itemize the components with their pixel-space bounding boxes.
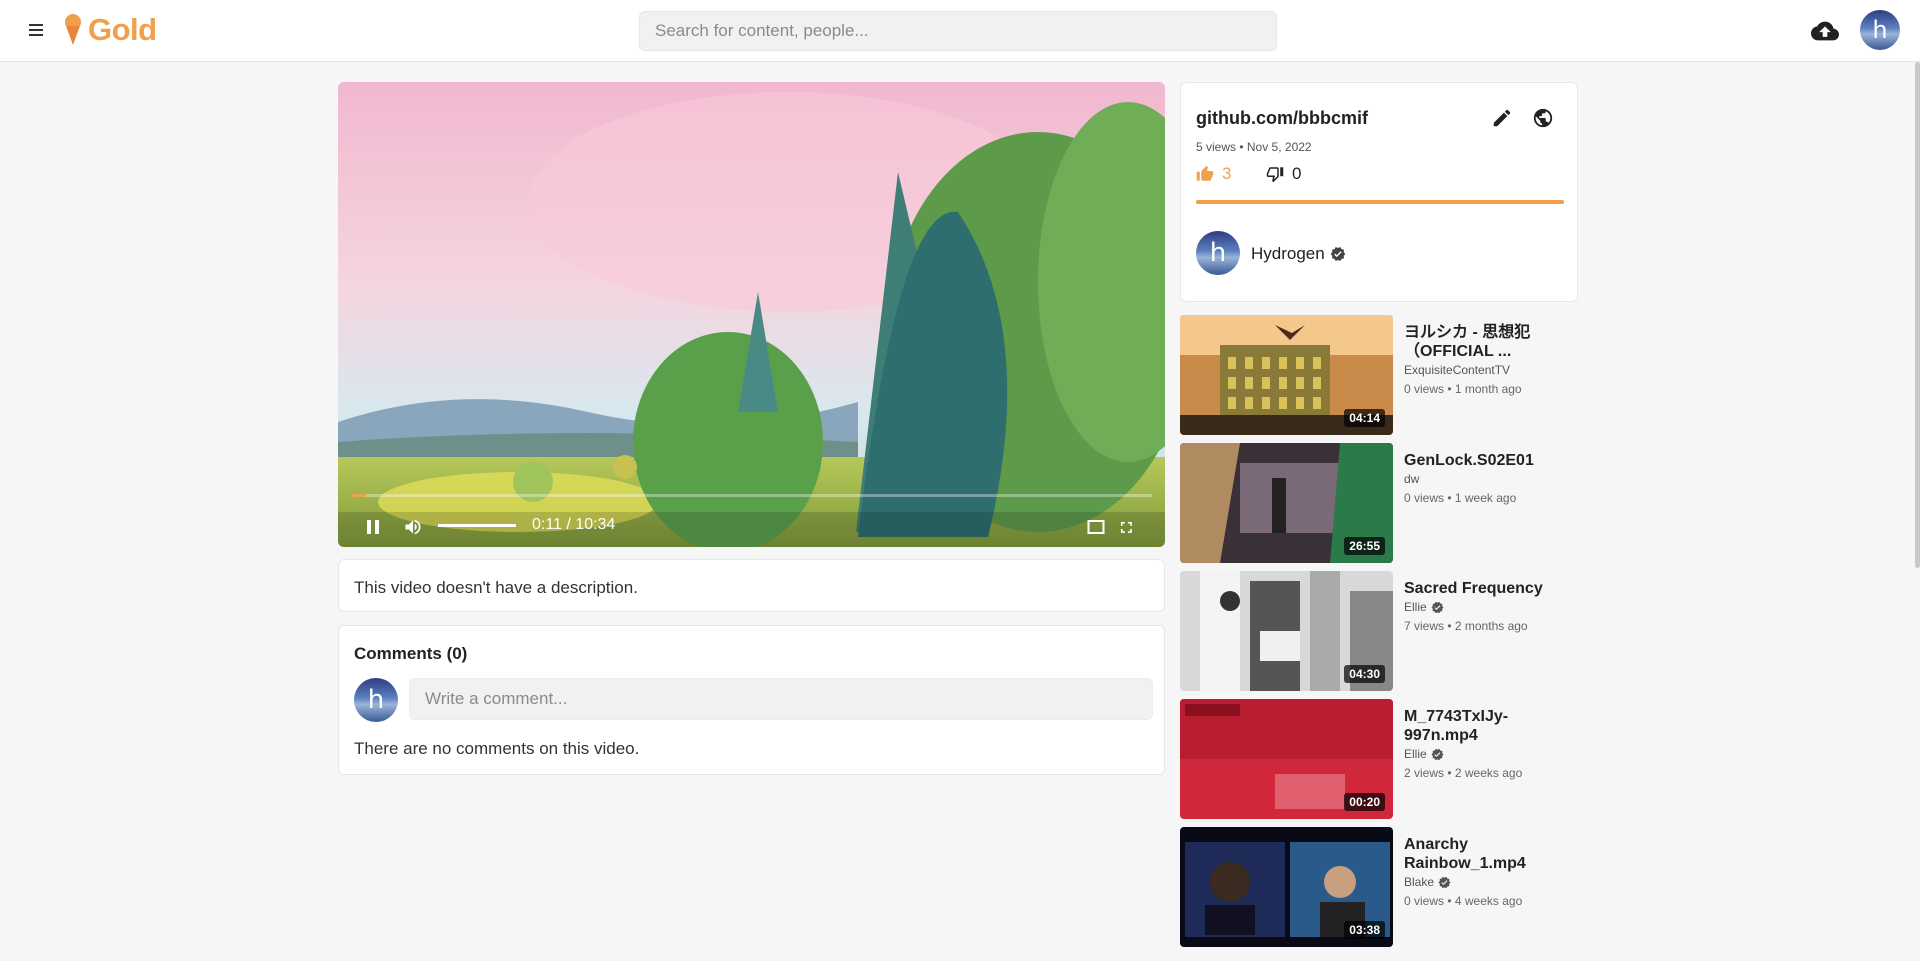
comments-title: Comments (0) — [354, 644, 468, 663]
thumbs-up-icon — [1196, 165, 1214, 181]
verified-icon — [1431, 748, 1444, 760]
video-thumbnail[interactable]: 04:30 — [1180, 571, 1393, 691]
related-video-title[interactable]: Sacred Frequency — [1404, 579, 1564, 598]
related-video-author[interactable]: Blake — [1404, 875, 1451, 889]
channel-name[interactable]: Hydrogen — [1251, 244, 1346, 264]
page-scrollbar[interactable] — [1915, 62, 1920, 568]
theater-icon[interactable] — [1087, 519, 1105, 540]
related-video-meta: 0 views • 4 weeks ago — [1404, 894, 1523, 908]
time-display: 0:11 / 10:34 — [532, 516, 616, 533]
edit-icon[interactable] — [1491, 107, 1515, 131]
related-video-title[interactable]: M_7743TxIJy-997n.mp4 — [1404, 707, 1564, 745]
description-card: This video doesn't have a description. — [338, 559, 1165, 612]
related-video-item[interactable]: 26:55 GenLock.S02E01 dw 0 views • 1 week ag… — [1180, 443, 1580, 563]
video-thumbnail[interactable]: 00:20 — [1180, 699, 1393, 819]
author-name: ExquisiteContentTV — [1404, 363, 1511, 377]
video-thumbnail[interactable]: 03:38 — [1180, 827, 1393, 947]
duration-badge: 00:20 — [1344, 793, 1385, 811]
verified-icon — [1330, 247, 1346, 261]
related-video-item[interactable]: 04:14 ヨルシカ - 思想犯（OFFICIAL ... ExquisiteCon… — [1180, 315, 1580, 435]
dislike-count: 0 — [1292, 164, 1302, 183]
ice-cream-logo-icon — [62, 13, 84, 47]
related-video-meta: 0 views • 1 month ago — [1404, 382, 1522, 396]
like-count: 3 — [1222, 164, 1232, 183]
user-avatar[interactable]: h — [1860, 10, 1900, 50]
author-name: Ellie — [1404, 600, 1427, 614]
video-title: github.com/bbbcmif — [1196, 108, 1368, 128]
comments-card: Comments (0) h There are no comments on … — [338, 625, 1165, 775]
video-thumbnail[interactable]: 26:55 — [1180, 443, 1393, 563]
related-video-author[interactable]: dw — [1404, 472, 1419, 486]
related-video-item[interactable]: 03:38 Anarchy Rainbow_1.mp4 Blake 0 views •… — [1180, 827, 1580, 947]
globe-icon[interactable] — [1532, 107, 1556, 131]
commenter-avatar: h — [354, 678, 398, 722]
related-video-title[interactable]: Anarchy Rainbow_1.mp4 — [1404, 835, 1564, 873]
channel-avatar[interactable]: h — [1196, 231, 1240, 275]
duration-badge: 04:14 — [1344, 409, 1385, 427]
dislike-button[interactable]: 0 — [1266, 164, 1301, 184]
related-video-author[interactable]: ExquisiteContentTV — [1404, 363, 1510, 377]
related-video-meta: 0 views • 1 week ago — [1404, 491, 1517, 505]
video-thumbnail[interactable]: 04:14 — [1180, 315, 1393, 435]
logo[interactable]: Gold — [62, 12, 157, 48]
description-text: This video doesn't have a description. — [354, 578, 638, 597]
related-video-author[interactable]: Ellie — [1404, 747, 1444, 761]
seek-bar[interactable] — [352, 494, 1152, 497]
search-input[interactable] — [639, 11, 1277, 51]
related-video-title[interactable]: GenLock.S02E01 — [1404, 451, 1564, 470]
video-info-card: github.com/bbbcmif 5 views • Nov 5, 2022… — [1180, 82, 1578, 302]
duration-badge: 26:55 — [1344, 537, 1385, 555]
related-video-item[interactable]: 04:30 Sacred Frequency Ellie 7 views • 2 mo… — [1180, 571, 1580, 691]
fullscreen-icon[interactable] — [1118, 519, 1135, 541]
pause-icon[interactable] — [365, 519, 381, 540]
related-video-author[interactable]: Ellie — [1404, 600, 1444, 614]
author-name: Blake — [1404, 875, 1435, 889]
player-controls: 0:11 / 10:34 — [338, 507, 1165, 547]
menu-icon[interactable] — [24, 21, 48, 41]
like-ratio-bar — [1196, 200, 1564, 204]
verified-icon — [1431, 601, 1444, 613]
video-frame — [338, 82, 1165, 547]
top-header: Gold h — [0, 0, 1920, 62]
verified-icon — [1438, 876, 1451, 888]
no-comments-text: There are no comments on this video. — [354, 739, 640, 758]
author-name: Ellie — [1404, 747, 1427, 761]
volume-slider[interactable] — [438, 524, 516, 527]
duration-badge: 04:30 — [1344, 665, 1385, 683]
duration-badge: 03:38 — [1344, 921, 1385, 939]
thumbs-down-icon — [1266, 167, 1284, 183]
author-name: dw — [1404, 472, 1420, 486]
video-meta: 5 views • Nov 5, 2022 — [1196, 140, 1312, 154]
like-button[interactable]: 3 — [1196, 164, 1231, 184]
related-video-title[interactable]: ヨルシカ - 思想犯（OFFICIAL ... — [1404, 323, 1564, 361]
comment-input[interactable] — [409, 678, 1153, 720]
logo-text: Gold — [88, 12, 157, 47]
volume-icon[interactable] — [403, 517, 423, 542]
related-video-item[interactable]: 00:20 M_7743TxIJy-997n.mp4 Ellie 2 views • … — [1180, 699, 1580, 819]
related-video-meta: 7 views • 2 months ago — [1404, 619, 1528, 633]
video-player[interactable]: 0:11 / 10:34 — [338, 82, 1165, 547]
related-video-meta: 2 views • 2 weeks ago — [1404, 766, 1523, 780]
upload-icon[interactable] — [1811, 17, 1839, 45]
channel-name-text: Hydrogen — [1251, 244, 1325, 263]
